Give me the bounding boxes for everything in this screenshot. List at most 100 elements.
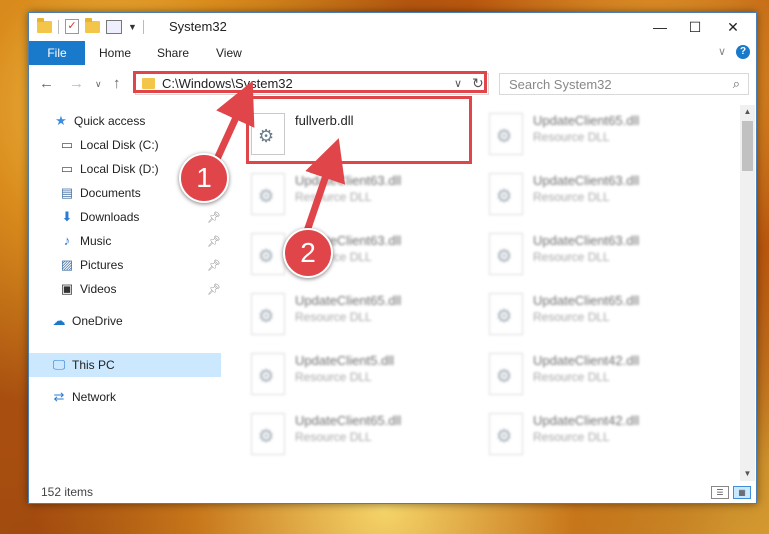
address-bar[interactable]: C:\Windows\System32 ∨ ↻ xyxy=(135,73,489,95)
tab-view[interactable]: View xyxy=(216,41,242,65)
search-icon[interactable]: ⌕ xyxy=(733,76,740,92)
sidebar-item-network[interactable]: ⇄ Network xyxy=(51,385,116,409)
gear-icon: ⚙ xyxy=(496,246,513,266)
gear-icon: ⚙ xyxy=(496,366,513,386)
gear-icon: ⚙ xyxy=(496,426,513,446)
dll-file-icon: ⚙ xyxy=(489,353,523,395)
scroll-down-icon[interactable]: ▼ xyxy=(740,467,755,481)
file-name: UpdateClient65.dll xyxy=(295,293,402,308)
pictures-icon: ▨ xyxy=(60,257,74,272)
file-item[interactable]: ⚙ UpdateClient42.dll Resource DLL xyxy=(483,349,719,409)
properties-check-icon[interactable]: ✓ xyxy=(65,19,79,34)
videos-icon: ▣ xyxy=(60,281,74,296)
sidebar-item-pictures[interactable]: ▨ Pictures xyxy=(59,253,124,277)
cloud-icon: ☁ xyxy=(52,313,66,328)
recent-locations-icon[interactable]: ∨ xyxy=(95,79,102,90)
file-name: fullverb.dll xyxy=(295,113,354,128)
file-type: Resource DLL xyxy=(533,370,610,384)
tab-file[interactable]: File xyxy=(29,41,85,65)
file-item[interactable]: ⚙ UpdateClient63.dll Resource DLL xyxy=(483,229,719,289)
file-name: UpdateClient63.dll xyxy=(533,233,640,248)
sidebar-item-this-pc[interactable]: 🖵︎ This PC xyxy=(51,353,115,377)
details-view-icon[interactable]: ☰ xyxy=(711,486,729,499)
file-item[interactable]: ⚙ UpdateClient65.dll Resource DLL xyxy=(245,409,481,469)
divider xyxy=(142,19,144,34)
gear-icon: ⚙ xyxy=(496,306,513,326)
window-title: System32 xyxy=(169,19,227,34)
address-path[interactable]: C:\Windows\System32 xyxy=(162,76,293,91)
close-button[interactable]: ✕ xyxy=(710,13,756,41)
customize-toolbar-icon[interactable]: ▼ xyxy=(128,22,137,32)
file-item[interactable]: ⚙ UpdateClient42.dll Resource DLL xyxy=(483,409,719,469)
pin-icon[interactable]: 📌︎ xyxy=(207,259,221,272)
file-item[interactable]: ⚙ UpdateClient65.dll Resource DLL xyxy=(483,289,719,349)
file-item[interactable]: ⚙ UpdateClient65.dll Resource DLL xyxy=(245,289,481,349)
drive-icon: ▭ xyxy=(60,137,74,152)
sidebar-item-music[interactable]: ♪ Music xyxy=(59,229,112,253)
sidebar-item-videos[interactable]: ▣ Videos xyxy=(59,277,117,301)
sidebar-item-onedrive[interactable]: ☁ OneDrive xyxy=(51,309,123,333)
pin-icon[interactable]: 📌︎ xyxy=(207,211,221,224)
forward-arrow-icon[interactable]: → xyxy=(69,75,84,92)
scrollbar-thumb[interactable] xyxy=(742,121,753,171)
dll-file-icon: ⚙ xyxy=(251,113,285,155)
callout-badge-1: 1 xyxy=(179,153,229,203)
gear-icon: ⚙ xyxy=(258,186,275,206)
title-bar: ✓ ▼ System32 — ☐ ✕ xyxy=(29,13,756,41)
dll-file-icon: ⚙ xyxy=(251,173,285,215)
status-bar: 152 items ☰ ▦ xyxy=(29,481,756,503)
sidebar-item-documents[interactable]: ▤ Documents xyxy=(59,181,141,205)
gear-icon: ⚙ xyxy=(258,246,275,266)
gear-icon: ⚙ xyxy=(496,126,513,146)
callout-badge-2: 2 xyxy=(283,228,333,278)
network-icon: ⇄ xyxy=(53,389,65,404)
file-name: UpdateClient5.dll xyxy=(295,353,395,368)
file-name: UpdateClient65.dll xyxy=(295,413,402,428)
dll-file-icon: ⚙ xyxy=(251,233,285,275)
dll-file-icon: ⚙ xyxy=(489,173,523,215)
sidebar-item-downloads[interactable]: ⬇ Downloads xyxy=(59,205,140,229)
file-item-fullverb[interactable]: ⚙ fullverb.dll xyxy=(245,109,481,169)
navigation-bar: ← → ∨ ↑ C:\Windows\System32 ∨ ↻ Search S… xyxy=(29,67,756,99)
file-name: UpdateClient65.dll xyxy=(533,293,640,308)
tab-share[interactable]: Share xyxy=(157,41,189,65)
gear-icon: ⚙ xyxy=(258,426,275,446)
up-arrow-icon[interactable]: ↑ xyxy=(113,75,121,92)
pin-icon[interactable]: 📌︎ xyxy=(207,235,221,248)
scroll-up-icon[interactable]: ▲ xyxy=(740,105,755,119)
help-icon[interactable]: ? xyxy=(736,45,750,59)
file-item[interactable]: ⚙ UpdateClient65.dll Resource DLL xyxy=(483,109,719,169)
back-arrow-icon[interactable]: ← xyxy=(39,75,54,92)
properties-icon[interactable] xyxy=(106,19,122,34)
file-item[interactable]: ⚙ UpdateClient63.dll Resource DLL xyxy=(483,169,719,229)
documents-icon: ▤ xyxy=(60,185,74,200)
folder-icon xyxy=(37,17,52,33)
new-folder-icon[interactable] xyxy=(85,17,100,33)
file-type: Resource DLL xyxy=(295,310,372,324)
sidebar-item-local-disk-c[interactable]: ▭ Local Disk (C:) xyxy=(59,133,159,157)
download-icon: ⬇ xyxy=(61,209,73,224)
file-name: UpdateClient42.dll xyxy=(533,353,640,368)
file-item[interactable]: ⚙ UpdateClient5.dll Resource DLL xyxy=(245,349,481,409)
file-type: Resource DLL xyxy=(295,190,372,204)
search-box[interactable]: Search System32 ⌕ xyxy=(499,73,749,95)
item-count: 152 items xyxy=(41,485,94,499)
quick-access-toolbar: ✓ ▼ xyxy=(37,17,144,34)
tab-home[interactable]: Home xyxy=(99,41,131,65)
large-icons-view-icon[interactable]: ▦ xyxy=(733,486,751,499)
pin-icon[interactable]: 📌︎ xyxy=(207,283,221,296)
explorer-window: ✓ ▼ System32 — ☐ ✕ File Home Share View … xyxy=(28,12,757,504)
vertical-scrollbar[interactable]: ▲ ▼ xyxy=(740,105,755,481)
search-placeholder[interactable]: Search System32 xyxy=(509,77,612,92)
file-type: Resource DLL xyxy=(295,430,372,444)
dll-file-icon: ⚙ xyxy=(251,353,285,395)
file-name: UpdateClient42.dll xyxy=(533,413,640,428)
sidebar-item-local-disk-d[interactable]: ▭ Local Disk (D:) xyxy=(59,157,159,181)
drive-icon: ▭ xyxy=(60,161,74,176)
expand-ribbon-icon[interactable]: ∨ xyxy=(718,45,726,58)
sidebar-item-quick-access[interactable]: ★ Quick access xyxy=(53,109,145,133)
file-item[interactable]: ⚙ UpdateClient63.dll Resource DLL xyxy=(245,169,481,229)
refresh-icon[interactable]: ↻ xyxy=(472,75,484,92)
address-dropdown-icon[interactable]: ∨ xyxy=(454,77,462,90)
file-item[interactable]: ⚙ UpdateClient63.dll Resource DLL xyxy=(245,229,481,289)
